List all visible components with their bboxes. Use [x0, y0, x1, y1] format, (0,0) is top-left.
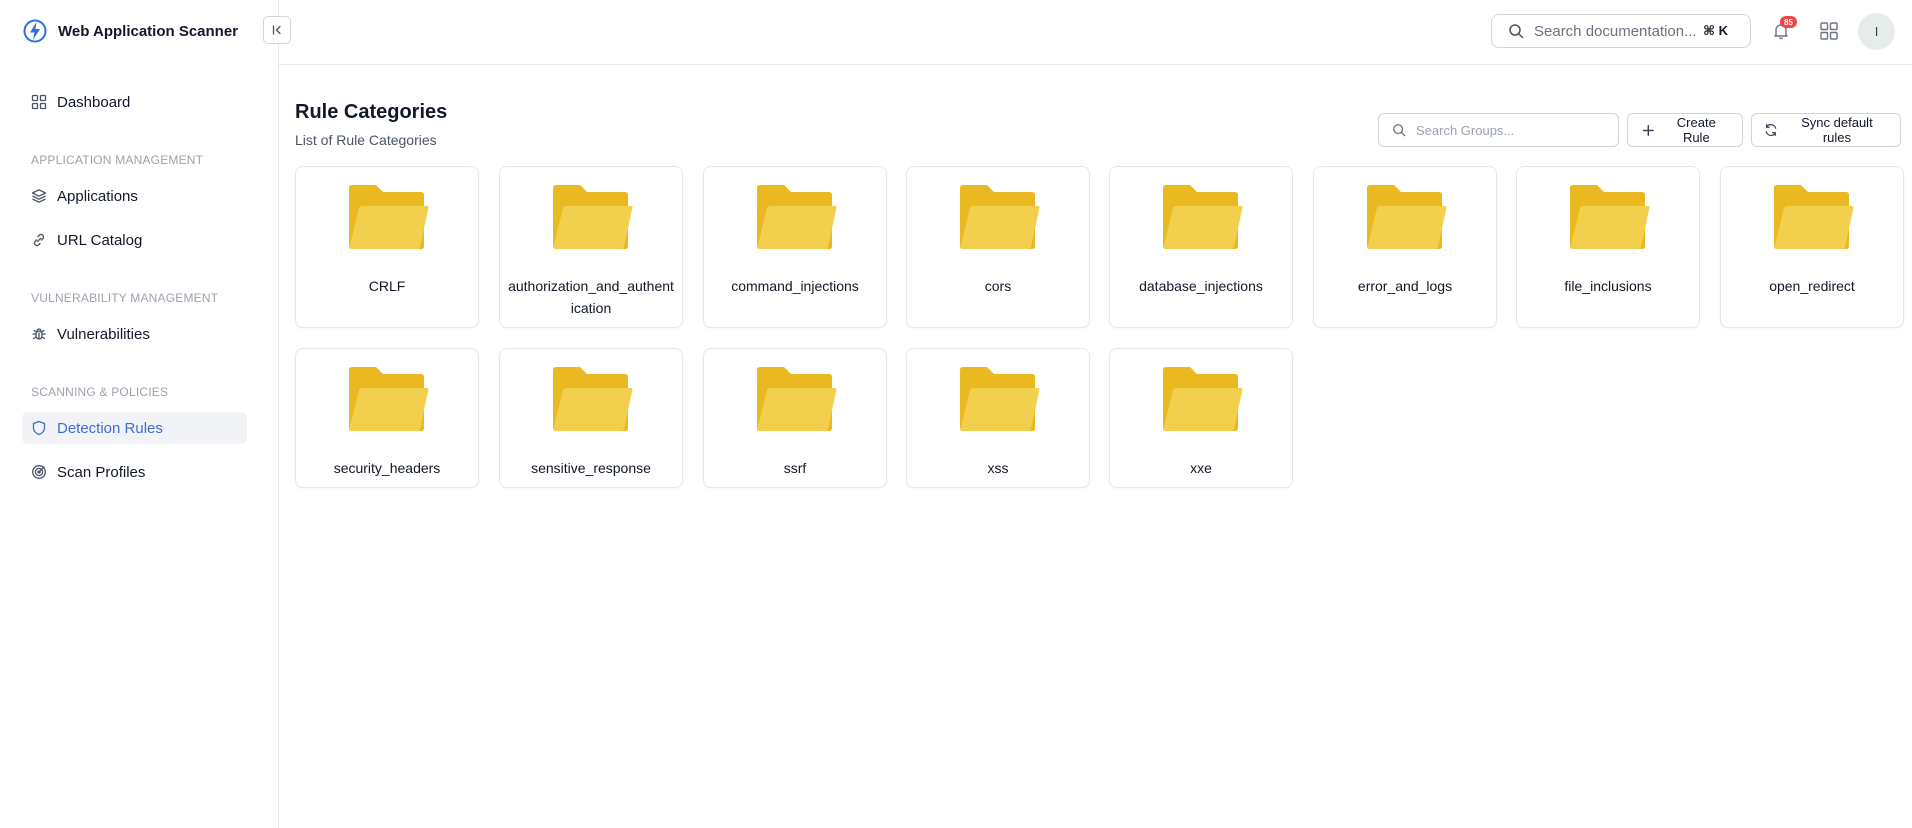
page-title: Rule Categories — [295, 101, 448, 123]
sidebar-item-label: Detection Rules — [57, 419, 163, 437]
category-label: database_injections — [1139, 278, 1263, 294]
category-card-sensitive-response[interactable]: sensitive_response — [499, 348, 683, 488]
sidebar-item-label: Vulnerabilities — [57, 325, 150, 343]
folder-icon — [960, 367, 1040, 431]
search-icon — [1509, 24, 1524, 39]
create-rule-label: Create Rule — [1676, 115, 1716, 145]
section-scanning-policies: SCANNING & POLICIES — [31, 385, 169, 399]
category-label: error_and_logs — [1357, 278, 1453, 294]
collapse-left-icon — [272, 25, 281, 35]
shield-icon — [32, 420, 46, 436]
category-card-command-injections[interactable]: command_injections — [703, 166, 887, 328]
category-card-crlf[interactable]: CRLF — [295, 166, 479, 328]
category-label: open_redirect — [1769, 278, 1855, 294]
sidebar-item-url-catalog[interactable]: URL Catalog — [22, 224, 247, 256]
group-search-field[interactable] — [1378, 113, 1619, 147]
sync-default-rules-button[interactable]: Sync default rules — [1751, 113, 1901, 147]
sidebar-item-label: Scan Profiles — [57, 463, 146, 481]
user-avatar[interactable]: I — [1858, 13, 1895, 50]
collapse-sidebar-button[interactable] — [263, 16, 291, 44]
category-card-security-headers[interactable]: security_headers — [295, 348, 479, 488]
category-label: cors — [984, 278, 1012, 294]
folder-icon — [1163, 367, 1243, 431]
category-card-ssrf[interactable]: ssrf — [703, 348, 887, 488]
category-card-xxe[interactable]: xxe — [1109, 348, 1293, 488]
refresh-icon — [1765, 124, 1777, 136]
brand[interactable]: Web Application Scanner — [22, 18, 238, 44]
sidebar-item-scan-profiles[interactable]: Scan Profiles — [22, 456, 247, 488]
sidebar-item-label: Applications — [57, 187, 138, 205]
category-label: ssrf — [783, 460, 807, 476]
category-card-authorization-and-authentication[interactable]: authorization_and_authentication — [499, 166, 683, 328]
link-icon — [33, 233, 45, 247]
lightning-logo-icon — [23, 19, 47, 43]
category-card-database-injections[interactable]: database_injections — [1109, 166, 1293, 328]
section-vulnerability-management: VULNERABILITY MANAGEMENT — [31, 291, 219, 305]
category-label: xss — [987, 460, 1009, 476]
sidebar-item-label: Dashboard — [57, 93, 131, 111]
section-application-management: APPLICATION MANAGEMENT — [31, 153, 204, 167]
category-card-cors[interactable]: cors — [906, 166, 1090, 328]
documentation-search[interactable]: Search documentation... ⌘ K — [1491, 14, 1751, 48]
folder-icon — [349, 367, 429, 431]
group-search-input[interactable] — [1416, 122, 1606, 138]
category-card-file-inclusions[interactable]: file_inclusions — [1516, 166, 1700, 328]
category-label: file_inclusions — [1564, 278, 1652, 294]
folder-icon — [757, 185, 837, 249]
folder-icon — [1163, 185, 1243, 249]
sync-default-rules-label: Sync default rules — [1801, 115, 1873, 145]
category-label: command_injections — [731, 278, 859, 294]
sidebar-item-dashboard[interactable]: Dashboard — [22, 86, 247, 118]
folder-icon — [1570, 185, 1650, 249]
category-label: xxe — [1190, 460, 1212, 476]
sidebar-item-label: URL Catalog — [57, 231, 143, 249]
create-rule-button[interactable]: Create Rule — [1627, 113, 1743, 147]
radar-icon — [32, 465, 46, 479]
notification-badge: 85 — [1780, 16, 1797, 28]
category-label: authorization_and_authentication — [508, 278, 674, 316]
category-label: security_headers — [333, 460, 441, 476]
folder-icon — [1774, 185, 1854, 249]
search-placeholder: Search documentation... — [1534, 22, 1697, 40]
folder-icon — [553, 185, 633, 249]
keyboard-shortcut: ⌘ K — [1702, 23, 1728, 38]
bug-icon — [32, 328, 46, 340]
search-icon — [1393, 124, 1406, 137]
grid-icon — [31, 94, 47, 110]
folder-icon — [349, 185, 429, 249]
plus-icon — [1642, 124, 1654, 136]
folder-icon — [960, 185, 1040, 249]
folder-icon — [1367, 185, 1447, 249]
page-subtitle: List of Rule Categories — [295, 132, 437, 148]
sidebar: Web Application Scanner Dashboard APPLIC… — [0, 0, 279, 828]
apps-grid-icon[interactable] — [1819, 21, 1839, 41]
category-card-error-and-logs[interactable]: error_and_logs — [1313, 166, 1497, 328]
sidebar-item-applications[interactable]: Applications — [22, 180, 247, 212]
sidebar-item-vulnerabilities[interactable]: Vulnerabilities — [22, 318, 247, 350]
layers-icon — [31, 189, 47, 203]
sidebar-item-detection-rules[interactable]: Detection Rules — [22, 412, 247, 444]
folder-icon — [757, 367, 837, 431]
category-label: CRLF — [368, 278, 406, 294]
category-card-xss[interactable]: xss — [906, 348, 1090, 488]
folder-icon — [553, 367, 633, 431]
category-card-open-redirect[interactable]: open_redirect — [1720, 166, 1904, 328]
category-label: sensitive_response — [531, 460, 651, 476]
app-title: Web Application Scanner — [58, 22, 239, 40]
